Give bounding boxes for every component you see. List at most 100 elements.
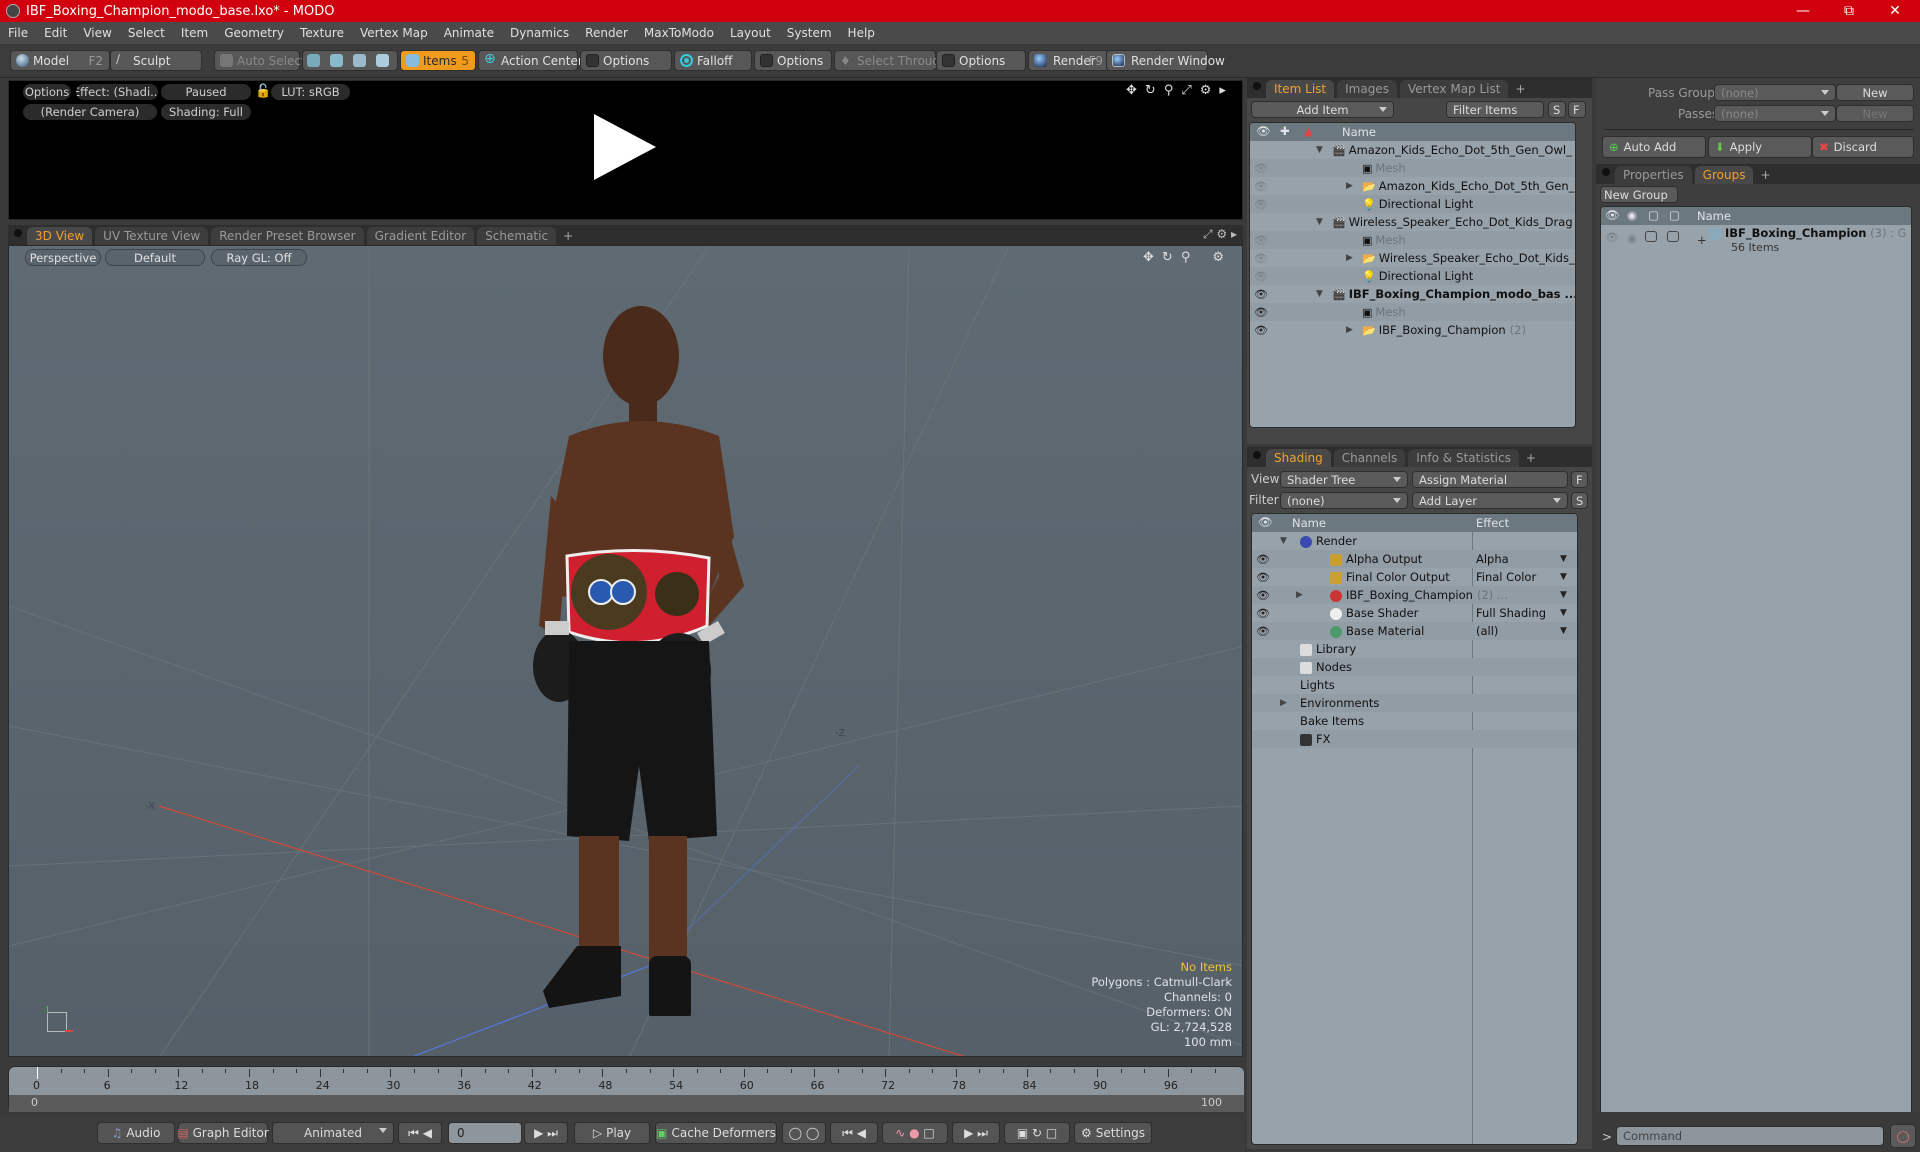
command-history-button[interactable]: ◯ (1890, 1124, 1916, 1148)
rotate-icon[interactable]: ↻ (1145, 83, 1156, 98)
passes-dropdown[interactable]: (none) (1714, 105, 1836, 122)
chevron-down-icon[interactable]: ▼ (1560, 554, 1567, 564)
menu-select[interactable]: Select (120, 26, 173, 40)
add-tab-button[interactable]: + (1522, 449, 1540, 467)
current-frame-marker[interactable] (37, 1067, 38, 1079)
restore-button[interactable]: ⧉ (1826, 0, 1872, 22)
close-button[interactable]: ✕ (1872, 0, 1918, 22)
new-group-button[interactable]: New Group (1600, 186, 1678, 203)
expand-arrow-icon[interactable]: ▶ (1346, 253, 1353, 263)
tab-properties[interactable]: Properties (1615, 166, 1692, 184)
audio-button[interactable]: ♫ Audio (97, 1122, 175, 1144)
shader-tree-row[interactable]: ▶ Environments (1252, 694, 1577, 712)
expand-arrow-icon[interactable]: ▶ (1296, 590, 1303, 600)
visibility-toggle-icon[interactable]: 👁 (1256, 589, 1270, 602)
add-layer-dropdown[interactable]: Add Layer (1412, 492, 1568, 509)
filter-dropdown[interactable]: (none) (1280, 492, 1408, 509)
tab-item-list[interactable]: Item List (1266, 80, 1335, 98)
filter-items-input[interactable]: Filter Items (1446, 101, 1544, 118)
render-paused-button[interactable]: Paused (161, 84, 251, 100)
falloff-button[interactable]: Falloff (674, 50, 752, 71)
3d-viewport[interactable]: Perspective Default Ray GL: Off ✥ ↻ ⚲ ⚙ … (8, 245, 1243, 1057)
select-through-button[interactable]: ♦ Select Through (834, 50, 948, 71)
visibility-toggle-icon[interactable]: 👁 (1254, 324, 1268, 337)
select-through-options-button[interactable]: Options (936, 50, 1026, 71)
tab-vertex-map-list[interactable]: Vertex Map List (1399, 80, 1509, 98)
tab-uv-texture-view[interactable]: UV Texture View (95, 227, 209, 245)
tab-gradient-editor[interactable]: Gradient Editor (366, 227, 475, 245)
collapse-arrow-icon[interactable]: ▼ (1316, 289, 1323, 299)
arrow-right-icon[interactable]: ▸ (1219, 83, 1226, 98)
action-center-button[interactable]: ⊕ Action Center (478, 50, 583, 71)
item-list-row[interactable]: 👁 ▶ 📂Wireless_Speaker_Echo_Dot_Kids_Dr ... (1250, 249, 1575, 267)
add-tab-button[interactable]: + (559, 227, 577, 245)
action-center-options-button[interactable]: Options (580, 50, 672, 71)
timeline-ruler[interactable]: 0 6 12 18 24 30 36 42 48 54 60 66 72 78 84 90 96 (9, 1067, 1244, 1095)
record-buttons[interactable]: ∿ ● □ (882, 1122, 948, 1144)
menu-edit[interactable]: Edit (36, 26, 75, 40)
group-row[interactable]: 👁 ◉ + IBF_Boxing_Champion (3) : G ... 56… (1601, 225, 1911, 257)
collapse-arrow-icon[interactable]: ▼ (1316, 217, 1323, 227)
chevron-down-icon[interactable]: ▼ (1560, 626, 1567, 636)
expand-icon[interactable]: + (1697, 233, 1707, 247)
auto-add-button[interactable]: ⊕ Auto Add (1602, 136, 1706, 158)
render-window-button[interactable]: Render Window (1106, 50, 1225, 71)
materials-mode-icon[interactable] (376, 54, 389, 67)
jump-start-button[interactable]: ⏮ ◀ (398, 1122, 442, 1144)
assign-material-button[interactable]: Assign Material (1412, 471, 1568, 488)
timeline-range[interactable]: 0 100 (9, 1095, 1244, 1112)
sculpt-mode-button[interactable]: ∕ Sculpt (110, 50, 202, 71)
pan-icon[interactable]: ✥ (1143, 250, 1154, 265)
visibility-toggle-icon[interactable]: 👁 (1254, 198, 1268, 211)
graph-editor-button[interactable]: ▤ Graph Editor (177, 1122, 269, 1144)
pass-groups-dropdown[interactable]: (none) (1714, 84, 1836, 101)
effect-dropdown[interactable]: Alpha (1476, 552, 1509, 566)
menu-file[interactable]: File (0, 26, 36, 40)
shading-dropdown[interactable]: Shading: Full (161, 104, 251, 120)
perspective-dropdown[interactable]: Perspective (25, 249, 101, 266)
menu-item[interactable]: Item (173, 26, 216, 40)
tab-render-preset-browser[interactable]: Render Preset Browser (211, 227, 364, 245)
menu-maxtomodo[interactable]: MaxToModo (636, 26, 722, 40)
shader-tree-row[interactable]: 👁 ▶ IBF_Boxing_Champion (2) ... ▼ (1252, 586, 1577, 604)
model-mode-button[interactable]: Model F2 (10, 50, 110, 71)
prev-key-button[interactable]: ⏮ ◀ (830, 1122, 878, 1144)
command-input[interactable]: Command (1616, 1126, 1884, 1146)
visibility-toggle-icon[interactable]: 👁 (1256, 553, 1270, 566)
gear-icon[interactable]: ⚙ (1200, 83, 1212, 98)
item-list-row[interactable]: 👁 ▼ 🎬 IBF_Boxing_Champion_modo_bas ... (1250, 285, 1575, 303)
shader-tree-row[interactable]: Lights (1252, 676, 1577, 694)
tab-schematic[interactable]: Schematic (477, 227, 557, 245)
items-mode-button[interactable]: Items 5 (400, 50, 476, 71)
item-list-row[interactable]: ▼ 🎬 Amazon_Kids_Echo_Dot_5th_Gen_Owl_ ... (1250, 141, 1575, 159)
visibility-toggle-icon[interactable]: 👁 (1256, 571, 1270, 584)
visibility-toggle-icon[interactable]: 👁 (1254, 234, 1268, 247)
visibility-toggle-icon[interactable]: 👁 (1254, 306, 1268, 319)
item-list-row[interactable]: 👁 ▣ Mesh (1250, 231, 1575, 249)
menu-vertex-map[interactable]: Vertex Map (352, 26, 436, 40)
visibility-toggle-icon[interactable]: 👁 (1605, 231, 1619, 244)
settings-button[interactable]: ⚙ Settings (1074, 1122, 1152, 1144)
new-pass-group-button[interactable]: New (1836, 84, 1914, 101)
lut-dropdown[interactable]: LUT: sRGB (271, 84, 350, 100)
shader-tree-row[interactable]: FX (1252, 730, 1577, 748)
animated-dropdown[interactable]: Animated (272, 1122, 394, 1144)
tab-channels[interactable]: Channels (1333, 449, 1406, 467)
s-button[interactable]: S (1571, 492, 1588, 509)
collapse-arrow-icon[interactable]: ▼ (1280, 536, 1287, 546)
render-camera-dropdown[interactable]: (Render Camera) (23, 104, 157, 120)
polygons-mode-icon[interactable] (353, 54, 366, 67)
effect-dropdown[interactable]: Final Color (1476, 570, 1536, 584)
channel-buttons[interactable]: ▣ ↻ □ (1004, 1122, 1070, 1144)
raygl-dropdown[interactable]: Ray GL: Off (211, 249, 307, 266)
effect-dropdown[interactable]: Full Shading (1476, 606, 1546, 620)
visibility-toggle-icon[interactable]: 👁 (1254, 162, 1268, 175)
render-effect-dropdown[interactable]: Effect: (Shadi... (76, 84, 158, 100)
menu-help[interactable]: Help (840, 26, 883, 40)
new-pass-button[interactable]: New (1836, 105, 1914, 122)
edges-mode-icon[interactable] (330, 54, 343, 67)
expand-arrow-icon[interactable]: ▶ (1280, 698, 1287, 708)
shader-tree-row[interactable]: 👁 Base Shader Full Shading ▼ (1252, 604, 1577, 622)
visibility-toggle-icon[interactable]: 👁 (1256, 607, 1270, 620)
collapse-arrow-icon[interactable]: ▼ (1316, 145, 1323, 155)
